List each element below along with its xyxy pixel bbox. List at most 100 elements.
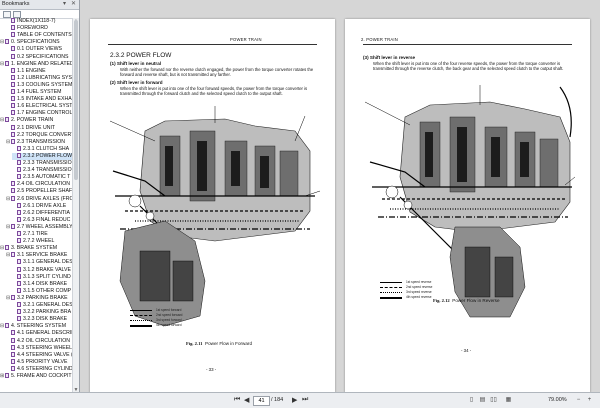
- legend-label: 2nd speed forward: [156, 313, 183, 317]
- next-page-icon[interactable]: ▶: [292, 396, 297, 404]
- bookmark-item[interactable]: 3.2.2 PARKING BRA: [12, 309, 73, 316]
- bookmark-item[interactable]: 2.6.1 DRIVE AXLE: [12, 202, 73, 210]
- bookmark-icon: [17, 174, 21, 180]
- bookmark-icon: [11, 294, 15, 300]
- bookmark-item[interactable]: 2.1 DRIVE UNIT: [6, 124, 73, 132]
- bookmark-label: TABLE OF CONTENTS: [17, 32, 72, 39]
- bookmark-item[interactable]: 2.3.4 TRANSMISSION: [12, 167, 73, 174]
- bookmark-item[interactable]: 2.2 TORQUE CONVERTE: [6, 131, 73, 139]
- two-page-continuous-icon[interactable]: ▦: [505, 396, 512, 404]
- bookmark-item[interactable]: 0.2 SPECIFICATIONS: [6, 53, 73, 61]
- bookmark-label: 0. SPECIFICATIONS: [11, 39, 60, 46]
- page-number: - 33 -: [206, 367, 217, 372]
- bookmark-item[interactable]: ⊟ 1. ENGINE AND RELATED: [0, 60, 73, 68]
- page-number-input[interactable]: 41: [253, 396, 270, 406]
- bookmark-item[interactable]: ⊟ 2.7 WHEEL ASSEMBLY: [6, 223, 73, 231]
- transmission-diagram-forward: [109, 106, 321, 327]
- subheading-neutral: (1) Shift lever in neutral: [110, 61, 162, 66]
- bookmark-item[interactable]: TABLE OF CONTENTS: [6, 32, 73, 39]
- bookmark-item[interactable]: ⊟ 2. POWER TRAIN: [0, 117, 73, 124]
- bookmark-item[interactable]: 2.6.3 FINAL REDUC: [12, 216, 73, 224]
- panel-options-icon[interactable]: ▾: [63, 0, 66, 7]
- paragraph-forward: When the shift lever is put into one of …: [120, 86, 308, 97]
- page-header: POWER TRAIN: [230, 37, 262, 42]
- bookmark-label: 4.4 STEERING VALVE (: [17, 351, 73, 358]
- bookmark-item[interactable]: ⊟ 3. BRAKE SYSTEM: [0, 245, 73, 252]
- bookmark-item[interactable]: ⊟ 3.2 PARKING BRAKE: [6, 294, 73, 302]
- bookmark-item[interactable]: 2.3.3 TRANSMISSION: [12, 160, 73, 167]
- bookmarks-panel: Bookmarks ▾ ✕ INDEX(1X118-7) FOREWORD TABL…: [0, 0, 80, 393]
- bookmark-label: 2.3.1 CLUTCH SHA: [23, 145, 70, 152]
- bookmark-item[interactable]: 1.5 INTAKE AND EXHA: [6, 96, 73, 103]
- two-page-view-icon[interactable]: ▯▯: [490, 396, 497, 404]
- bookmark-item[interactable]: 3.2.3 DISK BRAKE: [12, 316, 73, 323]
- bookmark-item[interactable]: 1.1 ENGINE: [6, 67, 73, 75]
- bookmark-item[interactable]: ⊟ 0. SPECIFICATIONS: [0, 39, 73, 46]
- bookmark-item[interactable]: 3.1.2 BRAKE VALVE: [12, 266, 73, 274]
- bookmark-item[interactable]: 4.3 STEERING WHEEL: [6, 344, 73, 352]
- bookmark-item[interactable]: 1.2 LUBRICATING SYST: [6, 74, 73, 82]
- bookmark-item[interactable]: 1.4 FUEL SYSTEM: [6, 89, 73, 96]
- bookmark-item[interactable]: ⊞ 5. FRAME AND COCKPIT: [0, 373, 73, 380]
- bookmark-item[interactable]: 3.1.5 OTHER COMP: [12, 287, 73, 295]
- bookmark-label: 2. POWER TRAIN: [11, 117, 54, 124]
- bookmark-item[interactable]: 2.7.2 WHEEL: [12, 238, 73, 245]
- bookmark-item[interactable]: 2.3.2 POWER FLOW: [12, 152, 73, 160]
- bookmark-item[interactable]: 1.7 ENGINE CONTROL: [6, 110, 73, 117]
- bookmark-item[interactable]: 2.7.1 TIRE: [12, 231, 73, 238]
- bookmark-item[interactable]: ⊟ 2.3 TRANSMISSION: [6, 138, 73, 146]
- bookmark-item[interactable]: 3.2.1 GENERAL DES: [12, 302, 73, 309]
- bookmark-item[interactable]: 2.5 PROPELLER SHAFT: [6, 188, 73, 195]
- bookmark-options-icon[interactable]: [3, 11, 11, 18]
- bookmark-label: 3.2.2 PARKING BRA: [23, 309, 72, 316]
- page-header: 2. POWER TRAIN: [361, 37, 398, 42]
- zoom-out-icon[interactable]: −: [575, 396, 582, 404]
- bookmark-item[interactable]: 2.6.2 DIFFERENTIA: [12, 209, 73, 217]
- bookmark-label: INDEX(1X118-7): [17, 18, 56, 24]
- bookmark-icon: [17, 287, 21, 293]
- bookmark-item[interactable]: 4.6 STEERING CYLIND: [6, 365, 73, 373]
- bookmark-list: INDEX(1X118-7) FOREWORD TABLE OF CONTENTS ⊟…: [0, 18, 73, 393]
- zoom-level[interactable]: 79.00%: [548, 397, 567, 403]
- continuous-view-icon[interactable]: ▤: [479, 396, 486, 404]
- expand-bookmark-icon[interactable]: [13, 11, 21, 18]
- bookmark-icon: [11, 252, 15, 258]
- bookmark-item[interactable]: ⊟ 4. STEERING SYSTEM: [0, 323, 73, 330]
- previous-page-icon[interactable]: ◀: [244, 396, 249, 404]
- bookmark-item[interactable]: 3.1.1 GENERAL DES: [12, 259, 73, 266]
- bookmark-item[interactable]: ⊟ 3.1 SERVICE BRAKE: [6, 252, 73, 259]
- bookmark-label: 4.3 STEERING WHEEL: [17, 344, 73, 351]
- close-panel-icon[interactable]: ✕: [71, 0, 76, 7]
- bookmark-item[interactable]: 3.1.4 DISK BRAKE: [12, 280, 73, 288]
- bookmark-item[interactable]: 2.3.5 AUTOMATIC T: [12, 174, 73, 181]
- bookmark-label: 3.1 SERVICE BRAKE: [17, 252, 68, 259]
- zoom-in-icon[interactable]: +: [586, 396, 593, 404]
- section-title: 2.3.2 POWER FLOW: [110, 52, 172, 59]
- bookmark-icon: [11, 25, 15, 31]
- bookmark-item[interactable]: 0.1 OUTER VIEWS: [6, 46, 73, 53]
- bookmark-item[interactable]: 2.4 OIL CIRCULATION: [6, 181, 73, 188]
- bookmark-label: 3.2.1 GENERAL DES: [23, 302, 73, 308]
- bookmark-item[interactable]: 4.1 GENERAL DESCRIP: [6, 330, 73, 337]
- single-page-view-icon[interactable]: ▯: [468, 396, 475, 404]
- bookmark-item[interactable]: 4.2 OIL CIRCULATION: [6, 337, 73, 345]
- bookmark-item[interactable]: FOREWORD: [6, 25, 73, 32]
- bookmark-item[interactable]: 4.5 PRIORITY VALVE: [6, 358, 73, 366]
- bookmark-icon: [5, 323, 9, 329]
- bookmark-icon: [17, 152, 21, 158]
- bookmark-item[interactable]: INDEX(1X118-7): [6, 18, 73, 25]
- bookmark-item[interactable]: 4.4 STEERING VALVE (: [6, 351, 73, 359]
- bookmarks-scrollbar[interactable]: ▲ ▼: [72, 18, 79, 393]
- last-page-icon[interactable]: ⏭: [302, 396, 308, 404]
- bookmark-item[interactable]: 3.1.3 SPLIT CYLIND: [12, 273, 73, 281]
- first-page-icon[interactable]: ⏮: [234, 396, 240, 404]
- bookmark-item[interactable]: ⊟ 2.6 DRIVE AXLES (FRO: [6, 195, 73, 203]
- bookmark-item[interactable]: 2.3.1 CLUTCH SHA: [12, 145, 73, 153]
- bookmark-icon: [11, 110, 15, 116]
- bookmark-label: 4.6 STEERING CYLIND: [17, 365, 73, 372]
- bookmark-item[interactable]: 1.6 ELECTRICAL SYSTE: [6, 103, 73, 110]
- bookmark-icon: [5, 117, 9, 123]
- scroll-thumb[interactable]: [74, 20, 78, 180]
- legend-label: 3rd speed forward: [156, 318, 182, 322]
- bookmark-item[interactable]: 1.3 COOLING SYSTEM: [6, 81, 73, 89]
